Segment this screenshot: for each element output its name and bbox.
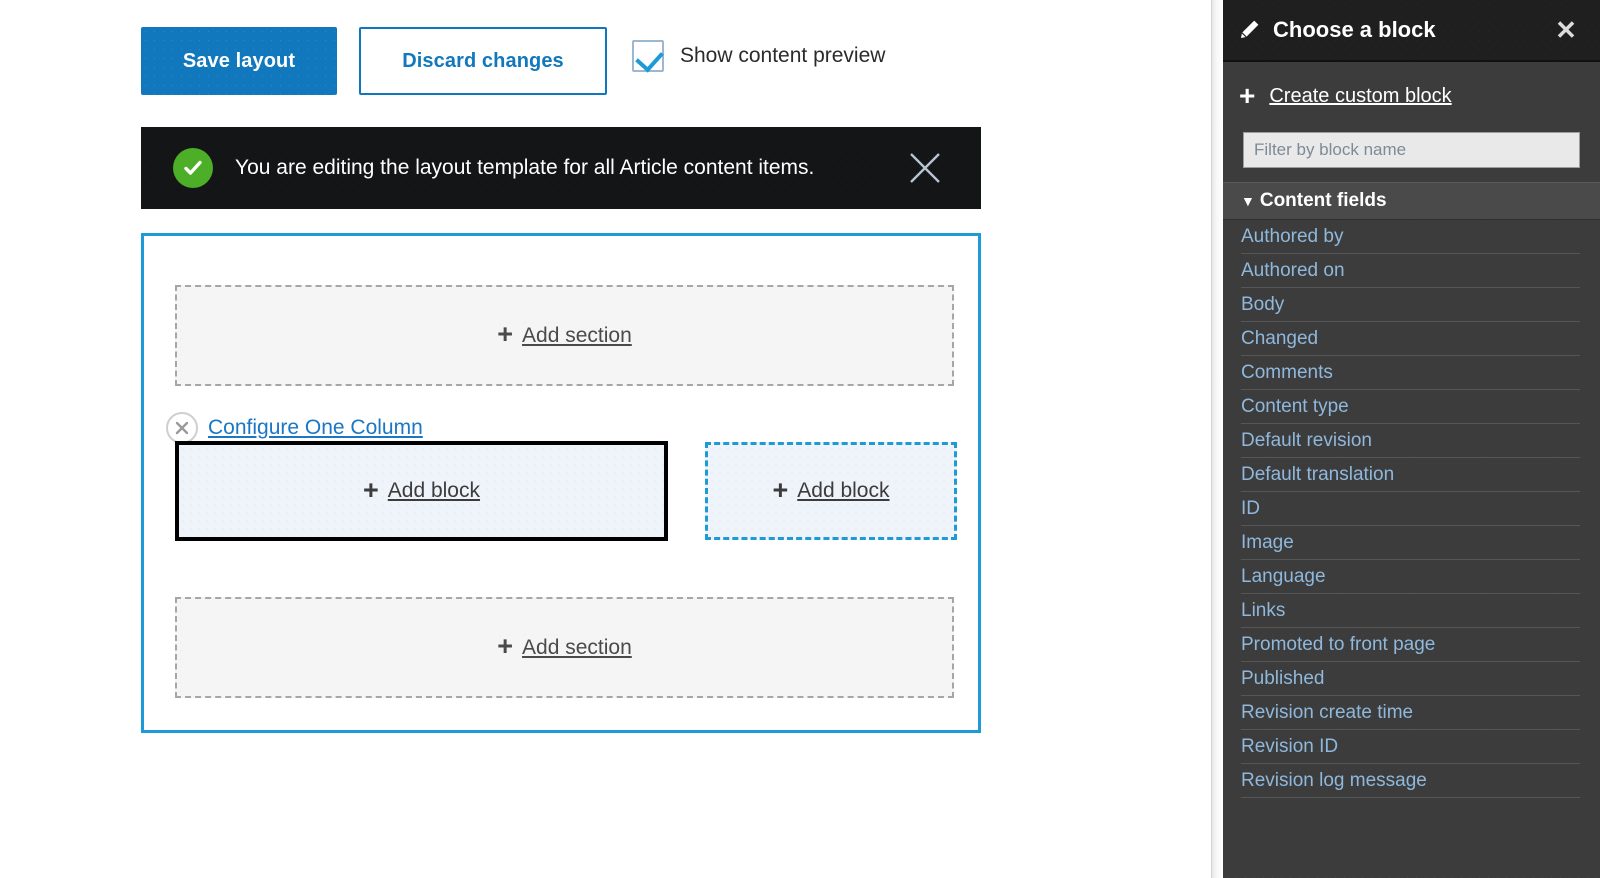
block-list-item-label: Revision log message — [1241, 769, 1427, 791]
show-content-preview-control: Show content preview — [632, 40, 885, 72]
block-list-item-label: Default translation — [1241, 463, 1395, 485]
add-section-link: + Add section — [497, 631, 632, 661]
content-fields-group-header[interactable]: ▼ Content fields — [1223, 182, 1600, 220]
block-list-item-label: ID — [1241, 497, 1260, 519]
plus-icon: + — [497, 319, 514, 349]
block-list-item[interactable]: Language — [1241, 560, 1580, 594]
add-block-label: Add block — [387, 479, 480, 502]
block-list-item[interactable]: Default translation — [1241, 458, 1580, 492]
choose-block-panel: Choose a block ✕ + Create custom block ▼… — [1223, 0, 1600, 878]
block-filter-input[interactable] — [1243, 132, 1580, 168]
block-list-item-label: Default revision — [1241, 429, 1372, 451]
action-bar: Save layout Discard changes — [141, 27, 607, 95]
plus-icon: + — [772, 474, 789, 505]
close-circle-icon[interactable] — [166, 412, 198, 444]
block-list-item[interactable]: Revision log message — [1241, 764, 1580, 798]
block-list-item-label: Language — [1241, 565, 1326, 587]
check-circle-icon — [173, 148, 213, 188]
block-list-item-label: Authored on — [1241, 259, 1345, 281]
block-list-item[interactable]: Content type — [1241, 390, 1580, 424]
show-content-preview-checkbox[interactable] — [632, 40, 664, 72]
discard-changes-button[interactable]: Discard changes — [359, 27, 607, 95]
add-block-secondary-button[interactable]: + Add block — [705, 442, 957, 540]
block-list-item-label: Body — [1241, 293, 1285, 315]
add-section-bottom-button[interactable]: + Add section — [175, 597, 954, 698]
block-list-item[interactable]: Published — [1241, 662, 1580, 696]
block-list-item[interactable]: Body — [1241, 288, 1580, 322]
page-scrollbar[interactable] — [1211, 0, 1223, 878]
layout-canvas: + Add section Configure One Column + Add… — [141, 233, 981, 733]
panel-header: Choose a block ✕ — [1223, 0, 1600, 62]
block-list-item[interactable]: Revision create time — [1241, 696, 1580, 730]
save-layout-button[interactable]: Save layout — [141, 27, 337, 95]
block-list-item-label: Image — [1241, 531, 1294, 553]
block-list-item[interactable]: Links — [1241, 594, 1580, 628]
block-list-item[interactable]: ID — [1241, 492, 1580, 526]
block-list-item[interactable]: Comments — [1241, 356, 1580, 390]
status-message-text: You are editing the layout template for … — [235, 156, 815, 179]
block-list-item[interactable]: Promoted to front page — [1241, 628, 1580, 662]
add-block-primary-button[interactable]: + Add block — [175, 441, 668, 541]
pencil-icon — [1237, 18, 1261, 42]
block-list-item[interactable]: Default revision — [1241, 424, 1580, 458]
add-section-label: Add section — [522, 323, 632, 347]
close-icon[interactable] — [897, 140, 953, 196]
block-list-item[interactable]: Changed — [1241, 322, 1580, 356]
block-list-item[interactable]: Image — [1241, 526, 1580, 560]
block-list-item[interactable]: Revision ID — [1241, 730, 1580, 764]
add-section-label: Add section — [522, 635, 632, 659]
plus-icon: + — [362, 474, 379, 505]
add-section-link: + Add section — [497, 319, 632, 349]
create-custom-block-label: Create custom block — [1269, 84, 1452, 107]
block-list: Authored by Authored on Body Changed Comment… — [1223, 220, 1600, 798]
content-fields-group-label: Content fields — [1259, 190, 1387, 211]
block-list-item-label: Promoted to front page — [1241, 633, 1436, 655]
block-filter-wrap — [1223, 130, 1600, 182]
show-content-preview-label: Show content preview — [680, 44, 886, 67]
caret-down-icon: ▼ — [1241, 193, 1255, 209]
section-configure-row: Configure One Column — [166, 412, 423, 444]
block-list-item[interactable]: Authored on — [1241, 254, 1580, 288]
plus-icon: + — [497, 631, 514, 661]
plus-icon: + — [1239, 80, 1256, 111]
add-block-label: Add block — [797, 479, 890, 502]
block-list-item-label: Published — [1241, 667, 1325, 689]
block-list-item-label: Authored by — [1241, 225, 1344, 247]
block-list-item-label: Revision create time — [1241, 701, 1414, 723]
add-section-top-button[interactable]: + Add section — [175, 285, 954, 386]
panel-title: Choose a block — [1273, 17, 1436, 42]
block-list-item-label: Links — [1241, 599, 1286, 621]
block-list-item-label: Content type — [1241, 395, 1349, 417]
add-block-link: + Add block — [362, 474, 480, 505]
configure-section-link[interactable]: Configure One Column — [208, 416, 423, 440]
block-list-item-label: Revision ID — [1241, 735, 1339, 757]
status-message: You are editing the layout template for … — [141, 127, 981, 209]
main-content-area: Save layout Discard changes Show content… — [0, 0, 1211, 878]
create-custom-block-button[interactable]: + Create custom block — [1223, 62, 1600, 130]
block-list-item-label: Changed — [1241, 327, 1319, 349]
layout-builder-page: Save layout Discard changes Show content… — [0, 0, 1600, 878]
add-block-link: + Add block — [772, 474, 890, 505]
block-list-item-label: Comments — [1241, 361, 1333, 383]
close-icon[interactable]: ✕ — [1546, 10, 1586, 50]
block-list-item[interactable]: Authored by — [1241, 220, 1580, 254]
